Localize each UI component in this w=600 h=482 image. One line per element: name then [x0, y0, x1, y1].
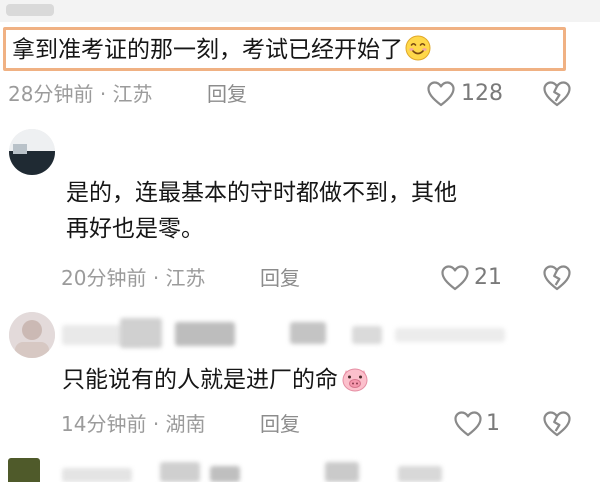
comment-1-meta: 28分钟前 · 江苏 [8, 81, 153, 107]
meta-dot: · [152, 266, 160, 290]
comment-2-reply-button[interactable]: 回复 [260, 265, 300, 291]
avatar-image [9, 312, 55, 358]
blurred-block [395, 328, 505, 342]
comment-2-like-icon[interactable] [440, 264, 470, 292]
comment-3-location: 湖南 [165, 412, 206, 436]
comment-3-like-count: 1 [486, 411, 500, 436]
comment-1-reply-button[interactable]: 回复 [207, 81, 247, 107]
blurred-block [398, 466, 442, 482]
comment-3-text-row: 只能说有的人就是进厂的命 [62, 362, 370, 398]
comment-2-like-count: 21 [474, 265, 502, 290]
blurred-header-strip [0, 0, 600, 22]
comment-3-time: 14分钟前 [61, 412, 147, 436]
comment-1-like-icon[interactable] [426, 80, 456, 108]
comment-1-location: 江苏 [112, 82, 153, 106]
comment-3-avatar[interactable] [9, 312, 55, 358]
comment-1-time: 28分钟前 [8, 82, 94, 106]
comment-2-location: 江苏 [165, 266, 206, 290]
comment-1-like-count: 128 [461, 81, 503, 106]
blurred-text [6, 4, 54, 16]
blurred-block [290, 322, 326, 344]
meta-dot: · [152, 412, 160, 436]
blurred-block [325, 462, 359, 482]
blurred-block [210, 466, 240, 482]
comment-3-like-icon[interactable] [453, 410, 483, 438]
comment-1-text-row: 拿到准考证的那一刻，考试已经开始了 [12, 35, 431, 65]
blurred-block [175, 322, 235, 346]
comment-3-reply-button[interactable]: 回复 [260, 411, 300, 437]
blurred-block [160, 462, 200, 482]
comment-2-meta: 20分钟前 · 江苏 [61, 265, 206, 291]
pig-emoji-icon [342, 368, 368, 392]
comment-4-avatar-partial[interactable] [8, 458, 40, 482]
comment-3-text: 只能说有的人就是进厂的命 [62, 367, 338, 393]
comment-3-dislike-icon[interactable] [542, 410, 572, 438]
meta-dot: · [99, 82, 107, 106]
comment-2-avatar[interactable] [9, 129, 55, 175]
comment-3-meta: 14分钟前 · 湖南 [61, 411, 206, 437]
comment-2-time: 20分钟前 [61, 266, 147, 290]
comment-2-text: 是的，连最基本的守时都做不到，其他再好也是零。 [66, 180, 457, 242]
comment-2-dislike-icon[interactable] [542, 264, 572, 292]
comment-1-text: 拿到准考证的那一刻，考试已经开始了 [12, 37, 403, 63]
blurred-block [120, 318, 162, 348]
smile-emoji-icon [405, 35, 431, 61]
comment-1-dislike-icon[interactable] [542, 80, 572, 108]
avatar-image [9, 129, 55, 175]
blurred-username [62, 468, 132, 482]
blurred-block [352, 326, 382, 344]
